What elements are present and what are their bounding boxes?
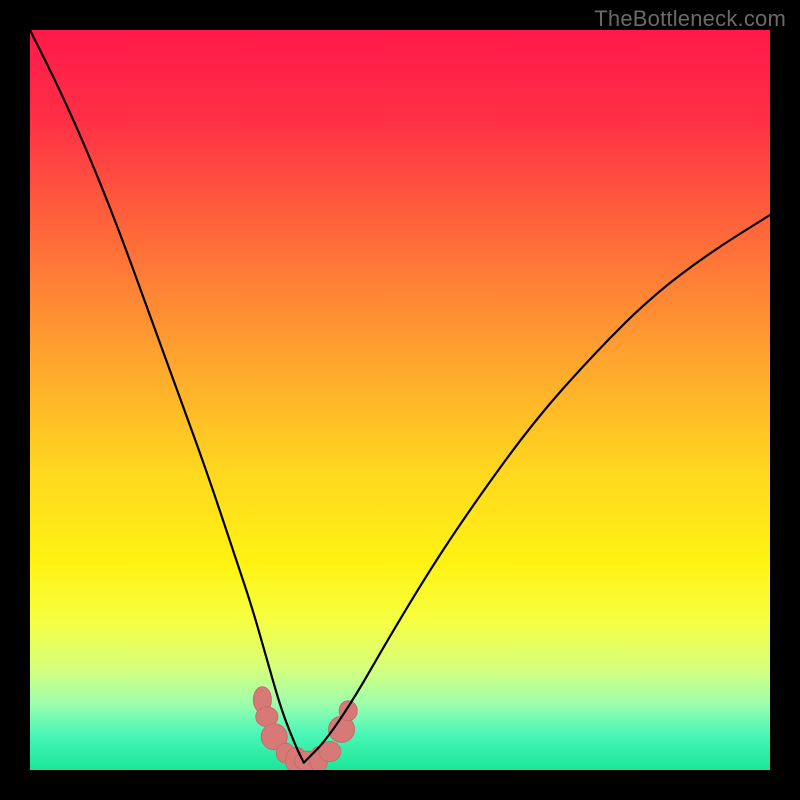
curve-layer xyxy=(30,30,770,770)
outer-frame: TheBottleneck.com xyxy=(0,0,800,800)
watermark-text: TheBottleneck.com xyxy=(594,6,786,32)
plot-area xyxy=(30,30,770,770)
curve-left-branch xyxy=(30,30,304,763)
valley-markers xyxy=(253,687,357,770)
curve-right-branch xyxy=(304,215,770,763)
